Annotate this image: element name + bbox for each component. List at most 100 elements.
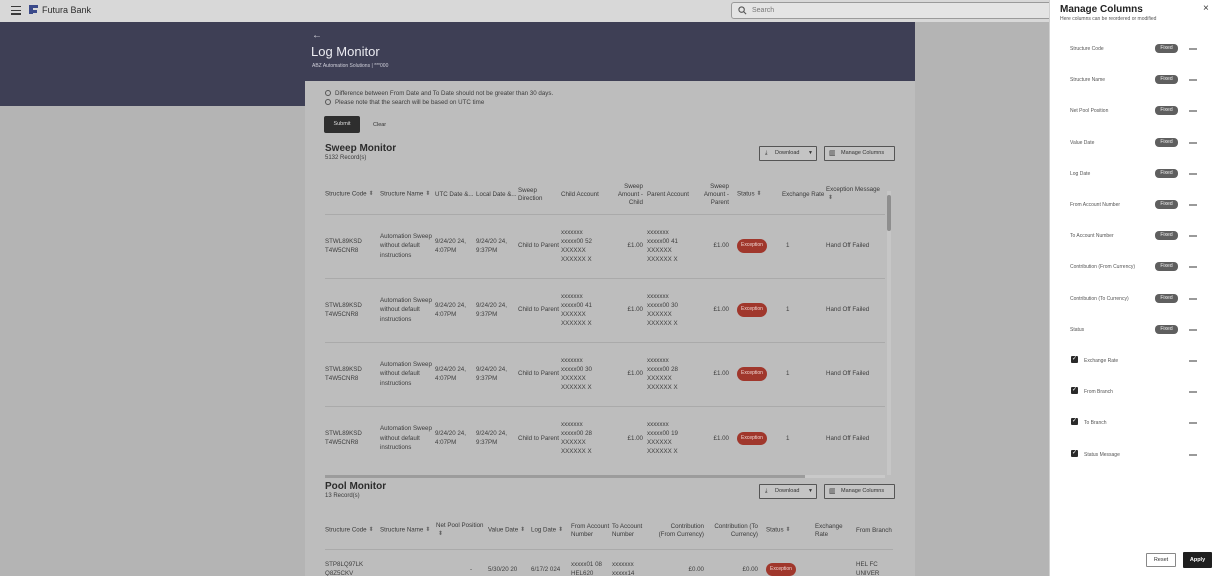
drag-handle-icon[interactable]: [1189, 235, 1197, 237]
drag-handle-icon[interactable]: [1189, 266, 1197, 268]
search-input[interactable]: Search: [731, 2, 1061, 19]
cell-code: STWL89KSD T4W5CNR8: [325, 430, 362, 447]
drag-handle-icon[interactable]: [1189, 142, 1197, 144]
col-header[interactable]: Status ⬍: [733, 176, 782, 214]
drag-handle-icon[interactable]: [1189, 79, 1197, 81]
reset-button[interactable]: Reset: [1146, 553, 1176, 567]
table-row[interactable]: STWL89KSD T4W5CNR8 Automation Sweep witho…: [325, 406, 885, 470]
cell-name: Automation Sweep without default instruc…: [380, 297, 432, 323]
col-header[interactable]: Sweep Amount - Child: [604, 176, 647, 214]
col-header[interactable]: Parent Account: [647, 176, 690, 214]
drag-handle-icon[interactable]: [1189, 110, 1197, 112]
sweep-download-button[interactable]: ⤓ Download ▼: [759, 146, 817, 161]
column-row[interactable]: Status Fixed: [1050, 324, 1216, 338]
col-header[interactable]: Contribution (From Currency): [654, 513, 708, 549]
clear-button[interactable]: Clear: [373, 122, 386, 128]
col-header[interactable]: Status ⬍: [762, 513, 811, 549]
col-header[interactable]: Exception Message⬍: [826, 176, 885, 214]
submit-button[interactable]: Submit: [324, 116, 360, 133]
sort-icon: ⬍: [438, 531, 444, 538]
col-header[interactable]: Log Date ⬍: [531, 513, 571, 549]
sort-icon: ⬍: [756, 191, 762, 198]
sort-icon: ⬍: [828, 195, 834, 202]
col-header[interactable]: Net Pool Position⬍: [436, 513, 488, 549]
drag-handle-icon[interactable]: [1189, 454, 1197, 456]
status-badge: Exception: [766, 562, 796, 576]
col-header[interactable]: Value Date ⬍: [488, 513, 531, 549]
pool-monitor-title: Pool Monitor: [325, 481, 387, 492]
col-header[interactable]: Structure Code ⬍: [325, 513, 380, 549]
drag-handle-icon[interactable]: [1189, 391, 1197, 393]
pool-manage-columns-button[interactable]: ▥ Manage Columns: [824, 484, 895, 499]
column-label: Contribution (From Currency): [1070, 264, 1136, 270]
sweep-vertical-scrollbar[interactable]: [887, 191, 891, 475]
drag-handle-icon[interactable]: [1189, 204, 1197, 206]
cell-local: 9/24/20 24, 9:37PM: [476, 301, 507, 318]
cell-from-branch: HEL FC UNIVER: [856, 561, 880, 576]
cell-value-date: 5/30/20 20: [488, 565, 518, 573]
col-header[interactable]: Contribution (To Currency): [708, 513, 762, 549]
status-badge: Exception: [737, 431, 767, 445]
pool-download-button[interactable]: ⤓ Download ▼: [759, 484, 817, 499]
cell-net-pool: -: [469, 565, 472, 573]
col-header[interactable]: Exchange Rate: [782, 176, 826, 214]
cell-child: xxxxxxx xxxxx00 41 XXXXXX XXXXXX X: [561, 292, 592, 328]
col-header[interactable]: Structure Name ⬍: [380, 176, 435, 214]
col-header[interactable]: UTC Date &...: [435, 176, 476, 214]
checkbox-checked-icon[interactable]: ✓: [1071, 356, 1078, 363]
table-row[interactable]: STWL89KSD T4W5CNR8 Automation Sweep witho…: [325, 214, 885, 278]
column-row[interactable]: Contribution (From Currency) Fixed: [1050, 261, 1216, 275]
checkbox-checked-icon[interactable]: ✓: [1071, 418, 1078, 425]
apply-button[interactable]: Apply: [1183, 552, 1212, 568]
search-placeholder: Search: [752, 7, 775, 14]
drag-handle-icon[interactable]: [1189, 48, 1197, 50]
table-row[interactable]: STWL89KSD T4W5CNR8 Automation Sweep witho…: [325, 342, 885, 406]
col-header[interactable]: Sweep Direction: [518, 176, 561, 214]
col-header[interactable]: From Branch: [856, 513, 893, 549]
drag-handle-icon[interactable]: [1189, 422, 1197, 424]
checkbox-checked-icon[interactable]: ✓: [1071, 450, 1078, 457]
col-header[interactable]: Structure Code ⬍: [325, 176, 380, 214]
sweep-table: Structure Code ⬍ Structure Name ⬍ UTC Date…: [325, 176, 885, 470]
column-row[interactable]: ✓ Status Message: [1050, 449, 1216, 463]
col-header[interactable]: Exchange Rate: [811, 513, 856, 549]
column-row[interactable]: Log Date Fixed: [1050, 168, 1216, 182]
cell-utc: 9/24/20 24, 4:07PM: [435, 237, 466, 254]
cell-parent: xxxxxxx xxxxx00 28 XXXXXX XXXXXX X: [647, 356, 678, 392]
chevron-down-icon: ▼: [808, 488, 813, 494]
drag-handle-icon[interactable]: [1189, 173, 1197, 175]
col-header[interactable]: Child Account: [561, 176, 604, 214]
table-row[interactable]: STP8LQ97LK Q8Z5CKV - 5/30/20 20 6/17/2 0…: [325, 549, 893, 576]
sweep-manage-columns-button[interactable]: ▥ Manage Columns: [824, 146, 895, 161]
back-arrow-icon[interactable]: ←: [312, 30, 322, 41]
col-header[interactable]: To Account Number: [612, 513, 654, 549]
column-row[interactable]: From Account Number Fixed: [1050, 199, 1216, 213]
drag-handle-icon[interactable]: [1189, 360, 1197, 362]
checkbox-checked-icon[interactable]: ✓: [1071, 387, 1078, 394]
cell-from-account: xxxxx01 08 HEL620: [571, 561, 602, 576]
col-header[interactable]: Local Date &...: [476, 176, 518, 214]
menu-icon[interactable]: [11, 6, 21, 15]
column-row[interactable]: To Account Number Fixed: [1050, 230, 1216, 244]
column-row[interactable]: ✓ To Branch: [1050, 417, 1216, 431]
column-row[interactable]: ✓ From Branch: [1050, 386, 1216, 400]
info-icon: [325, 90, 331, 96]
column-row[interactable]: Net Pool Position Fixed: [1050, 105, 1216, 119]
cell-amt-parent: £1.00: [713, 242, 729, 250]
sweep-horizontal-scrollbar[interactable]: [325, 475, 885, 478]
column-row[interactable]: ✓ Exchange Rate: [1050, 355, 1216, 369]
column-row[interactable]: Structure Code Fixed: [1050, 43, 1216, 57]
col-header[interactable]: Structure Name ⬍: [380, 513, 436, 549]
drag-handle-icon[interactable]: [1189, 298, 1197, 300]
close-icon[interactable]: ×: [1203, 3, 1209, 14]
column-row[interactable]: Structure Name Fixed: [1050, 74, 1216, 88]
cell-exchange-rate: [811, 549, 856, 576]
cell-rate: 1: [786, 370, 790, 378]
drag-handle-icon[interactable]: [1189, 329, 1197, 331]
column-row[interactable]: Contribution (To Currency) Fixed: [1050, 293, 1216, 307]
col-header[interactable]: Sweep Amount - Parent: [690, 176, 733, 214]
col-header[interactable]: From Account Number: [571, 513, 612, 549]
fixed-badge: Fixed: [1155, 106, 1178, 115]
table-row[interactable]: STWL89KSD T4W5CNR8 Automation Sweep witho…: [325, 278, 885, 342]
column-row[interactable]: Value Date Fixed: [1050, 137, 1216, 151]
